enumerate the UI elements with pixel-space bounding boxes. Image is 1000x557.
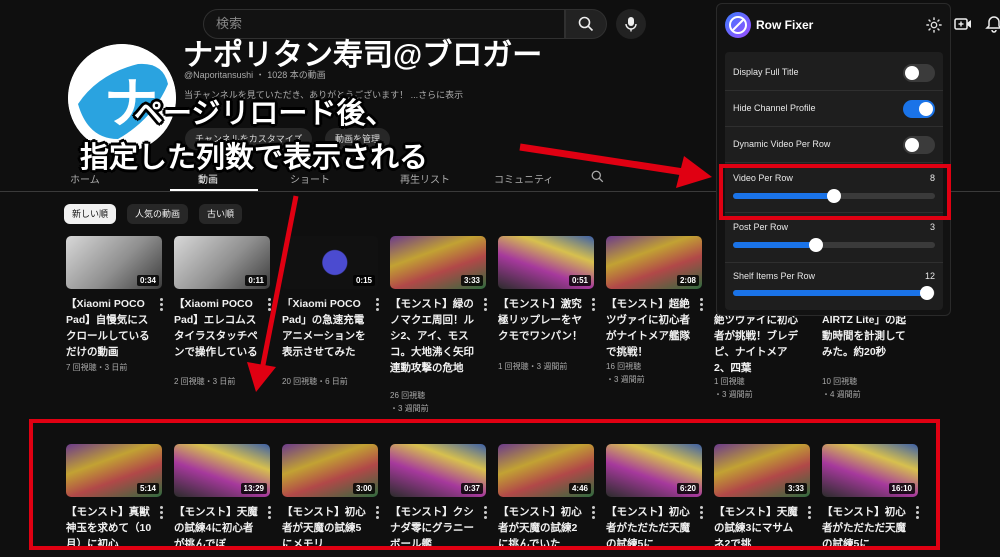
arrow-to-panel — [519, 143, 691, 177]
annotation-line-1: ページリロード後、 — [134, 98, 395, 130]
arrow-to-row — [259, 195, 299, 371]
arrow-head-icon — [676, 156, 712, 188]
arrow-head-icon — [247, 362, 276, 392]
annotation-arrows — [247, 143, 712, 392]
youtube-channel-page: 検索 ナ ナポリタン寿司@ブロガー @Naporitansushi ・ 1028… — [0, 0, 1000, 557]
annotation-line-2: 指定した列数で表示される — [80, 142, 429, 174]
